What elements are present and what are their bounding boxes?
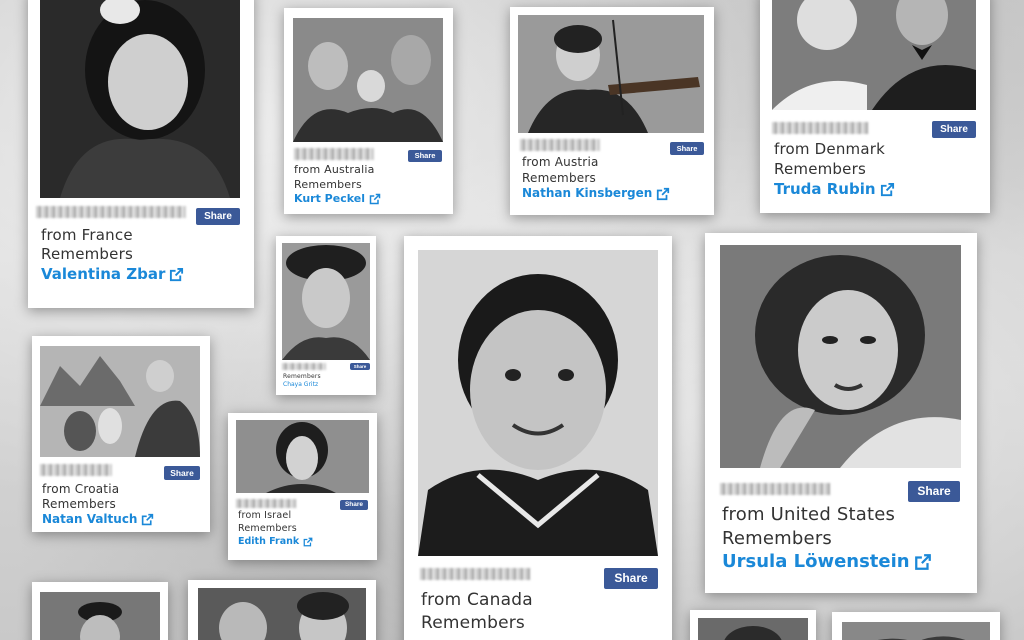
portrait-photo xyxy=(40,592,160,640)
memorial-name-link[interactable]: Natan Valtuch xyxy=(42,512,154,526)
memorial-card-truda[interactable]: Share from Denmark Remembers Truda Rubin xyxy=(760,0,990,213)
blurred-name xyxy=(720,483,830,495)
memorial-card-chaya[interactable]: Share Remembers Chaya Gritz xyxy=(276,236,376,395)
portrait-photo xyxy=(40,0,240,198)
card-country: from Austria xyxy=(522,155,599,169)
portrait-photo xyxy=(40,346,200,457)
memorial-name-link[interactable]: Truda Rubin xyxy=(774,180,895,198)
portrait-photo xyxy=(236,420,369,493)
share-button[interactable]: Share xyxy=(908,481,960,502)
external-link-icon xyxy=(142,513,154,526)
card-country: from Denmark xyxy=(774,140,886,158)
card-remembers: Remembers xyxy=(238,523,297,534)
share-button[interactable]: Share xyxy=(408,150,442,162)
portrait-photo xyxy=(772,0,976,110)
blurred-name xyxy=(40,464,112,476)
memorial-name-link[interactable]: Valentina Zbar xyxy=(41,265,184,283)
blurred-name xyxy=(772,122,868,134)
blurred-name xyxy=(236,499,296,508)
card-country: from Israel xyxy=(238,510,292,521)
memorial-card-valentina[interactable]: Share from France Remembers Valentina Zb… xyxy=(28,0,254,308)
card-remembers: Remembers xyxy=(522,171,596,185)
memorial-card-kurt[interactable]: Share from Australia Remembers Kurt Peck… xyxy=(284,8,453,214)
external-link-icon xyxy=(914,554,931,570)
card-remembers: Remembers xyxy=(294,178,362,191)
blurred-name xyxy=(294,148,374,160)
blurred-name xyxy=(520,139,600,151)
card-remembers: Remembers xyxy=(421,613,525,633)
memorial-name-link[interactable]: Nathan Kinsbergen xyxy=(522,186,670,201)
card-country: from Canada xyxy=(421,590,533,610)
card-remembers: Remembers xyxy=(41,245,133,263)
card-country: from Australia xyxy=(294,163,375,176)
card-country: from Croatia xyxy=(42,482,120,496)
card-country: from United States xyxy=(722,504,896,525)
blurred-name xyxy=(420,568,530,580)
portrait-photo xyxy=(518,15,704,133)
share-button[interactable]: Share xyxy=(932,121,976,138)
memorial-card-canada[interactable]: Share from Canada Remembers xyxy=(404,236,672,640)
external-link-icon xyxy=(303,537,313,546)
card-remembers: Remembers xyxy=(42,497,116,511)
memorial-card-natan[interactable]: Share from Croatia Remembers Natan Valtu… xyxy=(32,336,210,532)
card-remembers: Remembers xyxy=(283,373,321,380)
memorial-card-nathan[interactable]: Share from Austria Remembers Nathan Kins… xyxy=(510,7,714,215)
share-button[interactable]: Share xyxy=(196,208,240,225)
memorial-name-link[interactable]: Ursula Löwenstein xyxy=(722,551,932,572)
external-link-icon xyxy=(880,182,894,197)
external-link-icon xyxy=(369,193,381,205)
memorial-card-bottom-2[interactable] xyxy=(188,580,376,640)
card-remembers: Remembers xyxy=(722,528,832,549)
share-button[interactable]: Share xyxy=(670,142,704,155)
share-button[interactable]: Share xyxy=(350,363,370,370)
portrait-photo xyxy=(418,250,658,556)
memorial-card-bottom-4[interactable] xyxy=(832,612,1000,640)
memorial-card-bottom-3[interactable] xyxy=(690,610,816,640)
blurred-name xyxy=(36,206,186,218)
portrait-photo xyxy=(282,243,370,360)
portrait-photo xyxy=(842,622,990,640)
portrait-photo xyxy=(720,245,961,468)
portrait-photo xyxy=(698,618,808,640)
card-remembers: Remembers xyxy=(774,160,866,178)
memorial-card-edith[interactable]: Share from Israel Remembers Edith Frank xyxy=(228,413,377,560)
memorial-card-bottom-1[interactable] xyxy=(32,582,168,640)
blurred-name xyxy=(282,363,326,370)
card-country: from France xyxy=(41,226,133,244)
memorial-name-link[interactable]: Kurt Peckel xyxy=(294,192,381,205)
memorial-card-ursula[interactable]: Share from United States Remembers Ursul… xyxy=(705,233,977,593)
external-link-icon xyxy=(170,267,184,282)
memorial-name-link[interactable]: Chaya Gritz xyxy=(283,381,318,388)
external-link-icon xyxy=(657,187,670,200)
share-button[interactable]: Share xyxy=(604,568,658,589)
share-button[interactable]: Share xyxy=(340,500,368,510)
portrait-photo xyxy=(198,588,366,640)
portrait-photo xyxy=(293,18,443,142)
share-button[interactable]: Share xyxy=(164,466,200,480)
memorial-name-link[interactable]: Edith Frank xyxy=(238,536,313,547)
